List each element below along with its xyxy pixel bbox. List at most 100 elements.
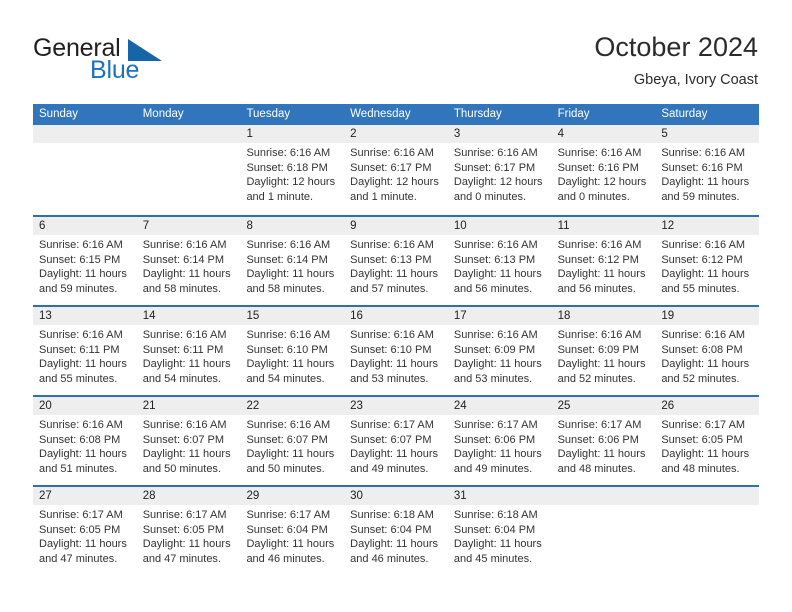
day-number: 20 — [33, 397, 137, 415]
day-details: Sunrise: 6:16 AM Sunset: 6:13 PM Daylight:… — [448, 235, 552, 296]
daylight-text: Daylight: 11 hours and 46 minutes. — [350, 538, 439, 565]
calendar-day-cell[interactable]: 5 Sunrise: 6:16 AM Sunset: 6:16 PM Daylight… — [655, 125, 760, 215]
day-details: Sunrise: 6:16 AM Sunset: 6:10 PM Daylight:… — [240, 325, 344, 386]
calendar-week-row: 1 Sunrise: 6:16 AM Sunset: 6:18 PM Daylight… — [33, 125, 760, 215]
day-number: 26 — [655, 397, 760, 415]
calendar-day-cell[interactable]: 14 Sunrise: 6:16 AM Sunset: 6:11 PM Dayligh… — [136, 307, 241, 395]
calendar-day-cell[interactable]: 23 Sunrise: 6:17 AM Sunset: 6:07 PM Dayligh… — [344, 397, 448, 485]
weekday-header-sunday: Sunday — [39, 108, 79, 120]
calendar-day-cell[interactable]: 6 Sunrise: 6:16 AM Sunset: 6:15 PM Daylight… — [33, 217, 137, 305]
daylight-text: Daylight: 12 hours and 0 minutes. — [453, 176, 543, 203]
day-details: Sunrise: 6:16 AM Sunset: 6:07 PM Daylight:… — [240, 415, 344, 476]
day-details: Sunrise: 6:16 AM Sunset: 6:12 PM Daylight:… — [552, 235, 656, 296]
day-details: Sunrise: 6:16 AM Sunset: 6:12 PM Daylight:… — [655, 235, 759, 296]
daylight-text: Daylight: 11 hours and 55 minutes. — [39, 358, 127, 385]
daylight-text: Daylight: 11 hours and 58 minutes. — [246, 268, 335, 295]
calendar-day-cell[interactable]: 12 Sunrise: 6:16 AM Sunset: 6:12 PM Dayligh… — [655, 217, 760, 305]
day-details: Sunrise: 6:16 AM Sunset: 6:14 PM Daylight:… — [240, 235, 344, 296]
sunset-text: Sunset: 6:14 PM — [246, 253, 328, 266]
sunrise-text: Sunrise: 6:16 AM — [661, 329, 746, 341]
day-details: Sunrise: 6:16 AM Sunset: 6:08 PM Daylight:… — [33, 415, 137, 476]
daylight-text: Daylight: 11 hours and 59 minutes. — [39, 268, 127, 295]
day-number: 2 — [344, 125, 448, 143]
day-number — [655, 487, 760, 505]
day-number: 13 — [33, 307, 137, 325]
daylight-text: Daylight: 11 hours and 50 minutes. — [246, 448, 335, 475]
daylight-text: Daylight: 11 hours and 55 minutes. — [661, 268, 750, 295]
calendar-day-cell[interactable]: 8 Sunrise: 6:16 AM Sunset: 6:14 PM Daylight… — [240, 217, 345, 305]
sunset-text: Sunset: 6:07 PM — [142, 433, 225, 446]
sunset-text: Sunset: 6:11 PM — [39, 343, 120, 356]
daylight-text: Daylight: 11 hours and 47 minutes. — [39, 538, 127, 565]
sunset-text: Sunset: 6:10 PM — [246, 343, 328, 356]
calendar-day-cell[interactable]: 16 Sunrise: 6:16 AM Sunset: 6:10 PM Dayligh… — [344, 307, 448, 395]
day-details: Sunrise: 6:16 AM Sunset: 6:18 PM Daylight:… — [240, 143, 344, 204]
calendar-day-cell[interactable]: 24 Sunrise: 6:17 AM Sunset: 6:06 PM Dayligh… — [447, 397, 552, 485]
day-number: 11 — [551, 217, 656, 235]
daylight-text: Daylight: 11 hours and 52 minutes. — [661, 358, 750, 385]
calendar-day-cell[interactable]: 22 Sunrise: 6:16 AM Sunset: 6:07 PM Dayligh… — [240, 397, 345, 485]
calendar-day-cell[interactable]: 3 Sunrise: 6:16 AM Sunset: 6:17 PM Daylight… — [447, 125, 552, 215]
sunset-text: Sunset: 6:16 PM — [557, 161, 639, 174]
sunset-text: Sunset: 6:09 PM — [557, 343, 639, 356]
calendar-day-cell[interactable]: 19 Sunrise: 6:16 AM Sunset: 6:08 PM Dayligh… — [655, 307, 760, 395]
calendar-day-cell[interactable]: 25 Sunrise: 6:17 AM Sunset: 6:06 PM Dayligh… — [551, 397, 656, 485]
calendar-day-cell[interactable]: 1 Sunrise: 6:16 AM Sunset: 6:18 PM Daylight… — [240, 125, 345, 215]
day-number: 3 — [447, 125, 552, 143]
calendar-day-cell-empty — [33, 125, 137, 215]
general-blue-logo[interactable]: General Blue — [33, 34, 233, 90]
calendar-day-cell[interactable]: 27 Sunrise: 6:17 AM Sunset: 6:05 PM Dayligh… — [33, 487, 137, 575]
calendar-day-cell[interactable]: 10 Sunrise: 6:16 AM Sunset: 6:13 PM Dayligh… — [447, 217, 552, 305]
calendar-day-cell[interactable]: 9 Sunrise: 6:16 AM Sunset: 6:13 PM Daylight… — [344, 217, 448, 305]
sunrise-text: Sunrise: 6:17 AM — [39, 509, 123, 521]
calendar-day-cell[interactable]: 31 Sunrise: 6:18 AM Sunset: 6:04 PM Dayligh… — [447, 487, 552, 575]
calendar-day-cell[interactable]: 7 Sunrise: 6:16 AM Sunset: 6:14 PM Daylight… — [136, 217, 241, 305]
calendar-day-cell[interactable]: 20 Sunrise: 6:16 AM Sunset: 6:08 PM Dayligh… — [33, 397, 137, 485]
day-number: 1 — [240, 125, 345, 143]
daylight-text: Daylight: 11 hours and 59 minutes. — [661, 176, 750, 203]
sunset-text: Sunset: 6:04 PM — [453, 523, 536, 536]
day-details: Sunrise: 6:17 AM Sunset: 6:05 PM Daylight:… — [33, 505, 137, 566]
sunrise-text: Sunrise: 6:16 AM — [39, 419, 123, 431]
day-number: 23 — [344, 397, 448, 415]
title-block: October 2024 Gbeya, Ivory Coast — [594, 30, 758, 89]
page-title: October 2024 — [594, 32, 758, 62]
day-number: 12 — [655, 217, 760, 235]
day-details: Sunrise: 6:16 AM Sunset: 6:09 PM Daylight:… — [448, 325, 552, 386]
calendar-day-cell[interactable]: 2 Sunrise: 6:16 AM Sunset: 6:17 PM Daylight… — [344, 125, 448, 215]
sunrise-text: Sunrise: 6:17 AM — [453, 419, 538, 431]
sunrise-text: Sunrise: 6:16 AM — [142, 239, 227, 251]
sunset-text: Sunset: 6:18 PM — [246, 161, 328, 174]
calendar-day-cell[interactable]: 11 Sunrise: 6:16 AM Sunset: 6:12 PM Dayligh… — [551, 217, 656, 305]
day-number: 4 — [551, 125, 656, 143]
daylight-text: Daylight: 11 hours and 53 minutes. — [453, 358, 542, 385]
daylight-text: Daylight: 11 hours and 56 minutes. — [557, 268, 646, 295]
sunset-text: Sunset: 6:13 PM — [350, 253, 432, 266]
sunrise-text: Sunrise: 6:16 AM — [246, 419, 331, 431]
calendar-week-row: 13 Sunrise: 6:16 AM Sunset: 6:11 PM Dayligh… — [33, 305, 760, 395]
calendar-day-cell[interactable]: 17 Sunrise: 6:16 AM Sunset: 6:09 PM Dayligh… — [447, 307, 552, 395]
calendar-day-cell[interactable]: 29 Sunrise: 6:17 AM Sunset: 6:04 PM Dayligh… — [240, 487, 345, 575]
day-number: 21 — [136, 397, 241, 415]
calendar-day-cell[interactable]: 15 Sunrise: 6:16 AM Sunset: 6:10 PM Dayligh… — [240, 307, 345, 395]
logo-text-blue: Blue — [90, 56, 140, 84]
day-details: Sunrise: 6:16 AM Sunset: 6:14 PM Daylight:… — [137, 235, 241, 296]
sunset-text: Sunset: 6:07 PM — [350, 433, 432, 446]
day-number: 27 — [33, 487, 137, 505]
calendar-day-cell[interactable]: 4 Sunrise: 6:16 AM Sunset: 6:16 PM Daylight… — [551, 125, 656, 215]
day-number — [33, 125, 137, 143]
calendar-day-cell[interactable]: 21 Sunrise: 6:16 AM Sunset: 6:07 PM Dayligh… — [136, 397, 241, 485]
calendar-day-cell[interactable]: 26 Sunrise: 6:17 AM Sunset: 6:05 PM Dayligh… — [655, 397, 760, 485]
day-number: 29 — [240, 487, 345, 505]
sunrise-text: Sunrise: 6:16 AM — [661, 147, 746, 159]
sunset-text: Sunset: 6:14 PM — [142, 253, 225, 266]
calendar-day-cell[interactable]: 18 Sunrise: 6:16 AM Sunset: 6:09 PM Dayligh… — [551, 307, 656, 395]
calendar-day-cell[interactable]: 30 Sunrise: 6:18 AM Sunset: 6:04 PM Dayligh… — [344, 487, 448, 575]
calendar-day-cell[interactable]: 13 Sunrise: 6:16 AM Sunset: 6:11 PM Dayligh… — [33, 307, 137, 395]
daylight-text: Daylight: 11 hours and 50 minutes. — [142, 448, 231, 475]
sunrise-text: Sunrise: 6:16 AM — [39, 239, 123, 251]
weekday-header-row: Sunday Monday Tuesday Wednesday Thursday Frid… — [33, 104, 759, 125]
daylight-text: Daylight: 11 hours and 53 minutes. — [350, 358, 439, 385]
calendar-day-cell[interactable]: 28 Sunrise: 6:17 AM Sunset: 6:05 PM Dayligh… — [136, 487, 241, 575]
sunrise-text: Sunrise: 6:16 AM — [453, 329, 538, 341]
